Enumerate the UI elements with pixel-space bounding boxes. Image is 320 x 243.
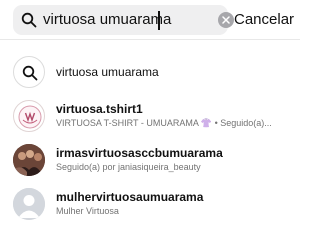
default-profile-icon [13,188,45,220]
avatar [13,100,45,132]
account-subtitle: VIRTUOSA T-SHIRT - UMUARAMA 👚 • Seguido(… [56,118,272,128]
cancel-button[interactable]: Cancelar [234,5,294,35]
search-suggestion-item[interactable]: virtuosa umuarama [0,52,300,98]
account-username: mulhervirtuosaumuarama [56,190,204,204]
search-field[interactable] [13,5,234,35]
logo-avatar-image [18,105,42,129]
account-result-item[interactable]: mulhervirtuosaumuarama Mulher Virtuosa [0,186,300,232]
search-icon [21,12,37,28]
divider [0,39,300,40]
account-username: virtuosa.tshirt1 [56,102,143,116]
keyword-search-icon-circle [13,56,45,88]
account-subtitle: Seguido(a) por janiasiqueira_beauty [56,162,201,172]
account-subtitle: Mulher Virtuosa [56,206,119,216]
account-result-item[interactable]: virtuosa.tshirt1 VIRTUOSA T-SHIRT - UMUA… [0,100,300,146]
suggestion-keyword: virtuosa umuarama [56,65,159,79]
search-icon [22,65,38,81]
search-bar: Cancelar [0,5,300,35]
text-cursor [158,11,160,30]
account-result-item[interactable]: irmasvirtuosasccbumuarama Seguido(a) por… [0,142,300,188]
account-username: irmasvirtuosasccbumuarama [56,146,223,160]
group-photo-avatar-image [13,144,45,176]
close-icon [222,16,230,24]
search-input[interactable] [43,5,211,35]
avatar [13,144,45,176]
clear-search-button[interactable] [218,12,234,28]
avatar [13,188,45,220]
